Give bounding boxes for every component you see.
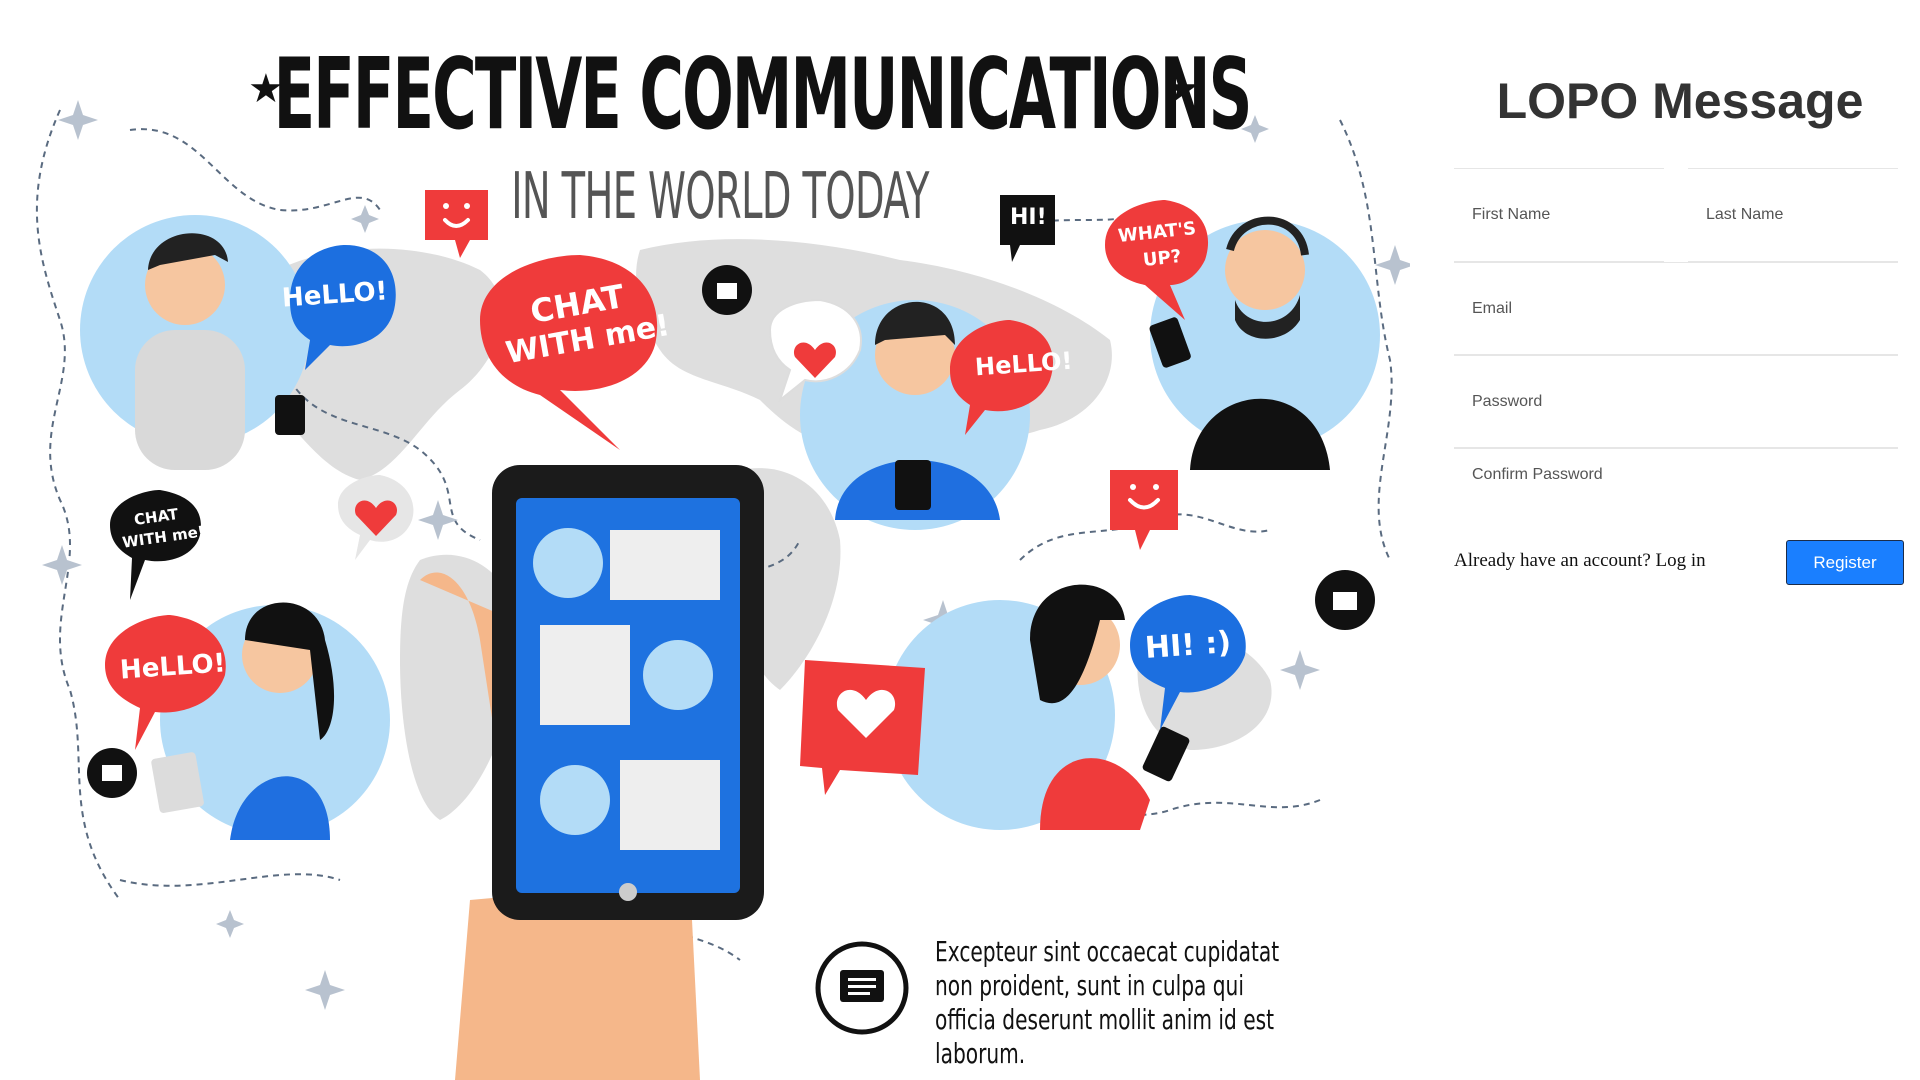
first-name-input[interactable]	[1454, 168, 1664, 262]
bubble-hi-smile: HI! :)	[1143, 625, 1233, 666]
hero-illustration: ★ ★ EFFECTIVE COMMUNICATIONS IN THE WORL…	[0, 0, 1410, 1080]
email-input[interactable]	[1454, 262, 1898, 355]
register-button[interactable]: Register	[1786, 540, 1904, 585]
brand-title: LOPO Message	[1496, 73, 1864, 129]
last-name-input[interactable]	[1688, 168, 1898, 262]
hero-caption: Excepteur sint occaecat cupidatat non pr…	[935, 935, 1280, 1070]
login-link[interactable]: Already have an account? Log in	[1454, 550, 1706, 572]
register-page: ★ ★ EFFECTIVE COMMUNICATIONS IN THE WORL…	[0, 0, 1920, 1080]
bubble-hi: HI!	[1010, 205, 1047, 230]
register-form-panel: LOPO Message Already have an account? Lo…	[1450, 0, 1910, 1080]
bubble-whats-line2: UP?	[1142, 246, 1183, 271]
password-input[interactable]	[1454, 355, 1898, 448]
confirm-password-input[interactable]	[1454, 448, 1898, 500]
hero-title: EFFECTIVE COMMUNICATIONS	[273, 38, 1253, 152]
